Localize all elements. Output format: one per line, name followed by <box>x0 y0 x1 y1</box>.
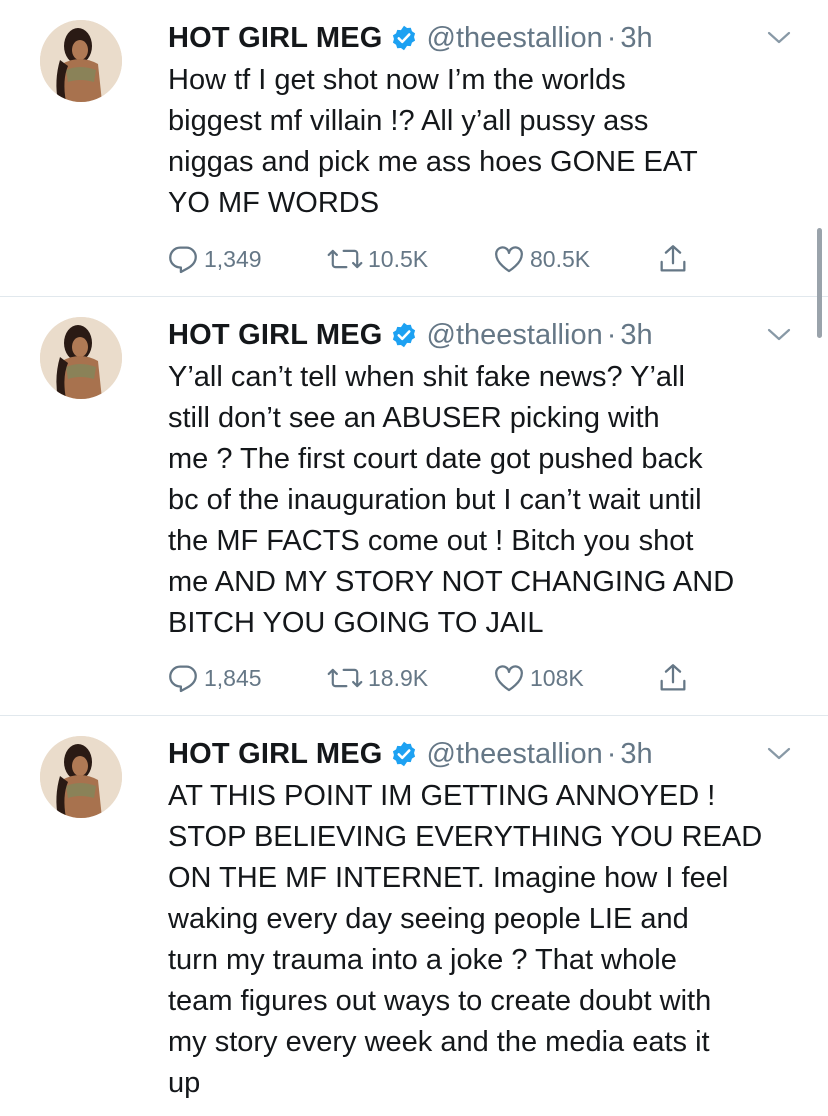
chevron-down-icon[interactable] <box>764 26 794 50</box>
separator: · <box>606 318 617 351</box>
timestamp[interactable]: 3h <box>620 319 652 352</box>
retweet-button[interactable]: 10.5K <box>326 241 428 277</box>
share-button[interactable] <box>656 660 690 696</box>
tweet[interactable]: HOT GIRL MEG @theestallion · 3h How tf I… <box>0 0 828 297</box>
verified-badge-icon <box>390 24 418 52</box>
separator: · <box>606 737 617 770</box>
retweet-button[interactable]: 18.9K <box>326 660 428 696</box>
tweet-actions: 1,349 10.5K 80.5K <box>166 241 726 277</box>
avatar[interactable] <box>40 736 122 818</box>
share-button[interactable] <box>656 241 690 277</box>
handle[interactable]: @theestallion <box>427 738 603 771</box>
reply-icon <box>166 661 200 695</box>
handle[interactable]: @theestallion <box>427 319 603 352</box>
tweet-feed: HOT GIRL MEG @theestallion · 3h How tf I… <box>0 0 828 1116</box>
avatar[interactable] <box>40 317 122 399</box>
handle[interactable]: @theestallion <box>427 22 603 55</box>
chevron-down-icon[interactable] <box>764 323 794 347</box>
chevron-down-icon[interactable] <box>764 742 794 766</box>
tweet-text: How tf I get shot now I’m the worlds big… <box>168 64 698 219</box>
reply-icon <box>166 242 200 276</box>
share-icon <box>656 661 690 695</box>
tweet-header: HOT GIRL MEG @theestallion · 3h <box>168 18 653 58</box>
reply-count: 1,349 <box>204 245 262 272</box>
separator: · <box>606 21 617 54</box>
display-name[interactable]: HOT GIRL MEG <box>168 738 383 771</box>
timestamp[interactable]: 3h <box>620 738 652 771</box>
avatar[interactable] <box>40 20 122 102</box>
tweet-header: HOT GIRL MEG @theestallion · 3h <box>168 315 653 355</box>
retweet-icon <box>326 661 364 695</box>
share-icon <box>656 242 690 276</box>
tweet-text: AT THIS POINT IM GETTING ANNOYED ! STOP … <box>168 780 763 1099</box>
verified-badge-icon <box>390 321 418 349</box>
tweet-text: Y’all can’t tell when shit fake news? Y’… <box>168 361 735 639</box>
heart-icon <box>492 242 526 276</box>
tweet[interactable]: HOT GIRL MEG @theestallion · 3h AT THIS … <box>0 716 828 1116</box>
reply-button[interactable]: 1,845 <box>166 660 262 696</box>
like-count: 108K <box>530 664 584 691</box>
retweet-count: 10.5K <box>368 245 429 272</box>
retweet-icon <box>326 242 364 276</box>
like-button[interactable]: 80.5K <box>492 241 590 277</box>
tweet-header: HOT GIRL MEG @theestallion · 3h <box>168 734 653 774</box>
verified-badge-icon <box>390 740 418 768</box>
tweet[interactable]: HOT GIRL MEG @theestallion · 3h Y’all ca… <box>0 297 828 716</box>
scrollbar[interactable] <box>817 228 822 338</box>
like-count: 80.5K <box>530 245 591 272</box>
reply-count: 1,845 <box>204 664 262 691</box>
display-name[interactable]: HOT GIRL MEG <box>168 319 383 352</box>
like-button[interactable]: 108K <box>492 660 584 696</box>
heart-icon <box>492 661 526 695</box>
reply-button[interactable]: 1,349 <box>166 241 262 277</box>
timestamp[interactable]: 3h <box>620 22 652 55</box>
display-name[interactable]: HOT GIRL MEG <box>168 22 383 55</box>
retweet-count: 18.9K <box>368 664 429 691</box>
tweet-actions: 1,845 18.9K 108K <box>166 660 726 696</box>
